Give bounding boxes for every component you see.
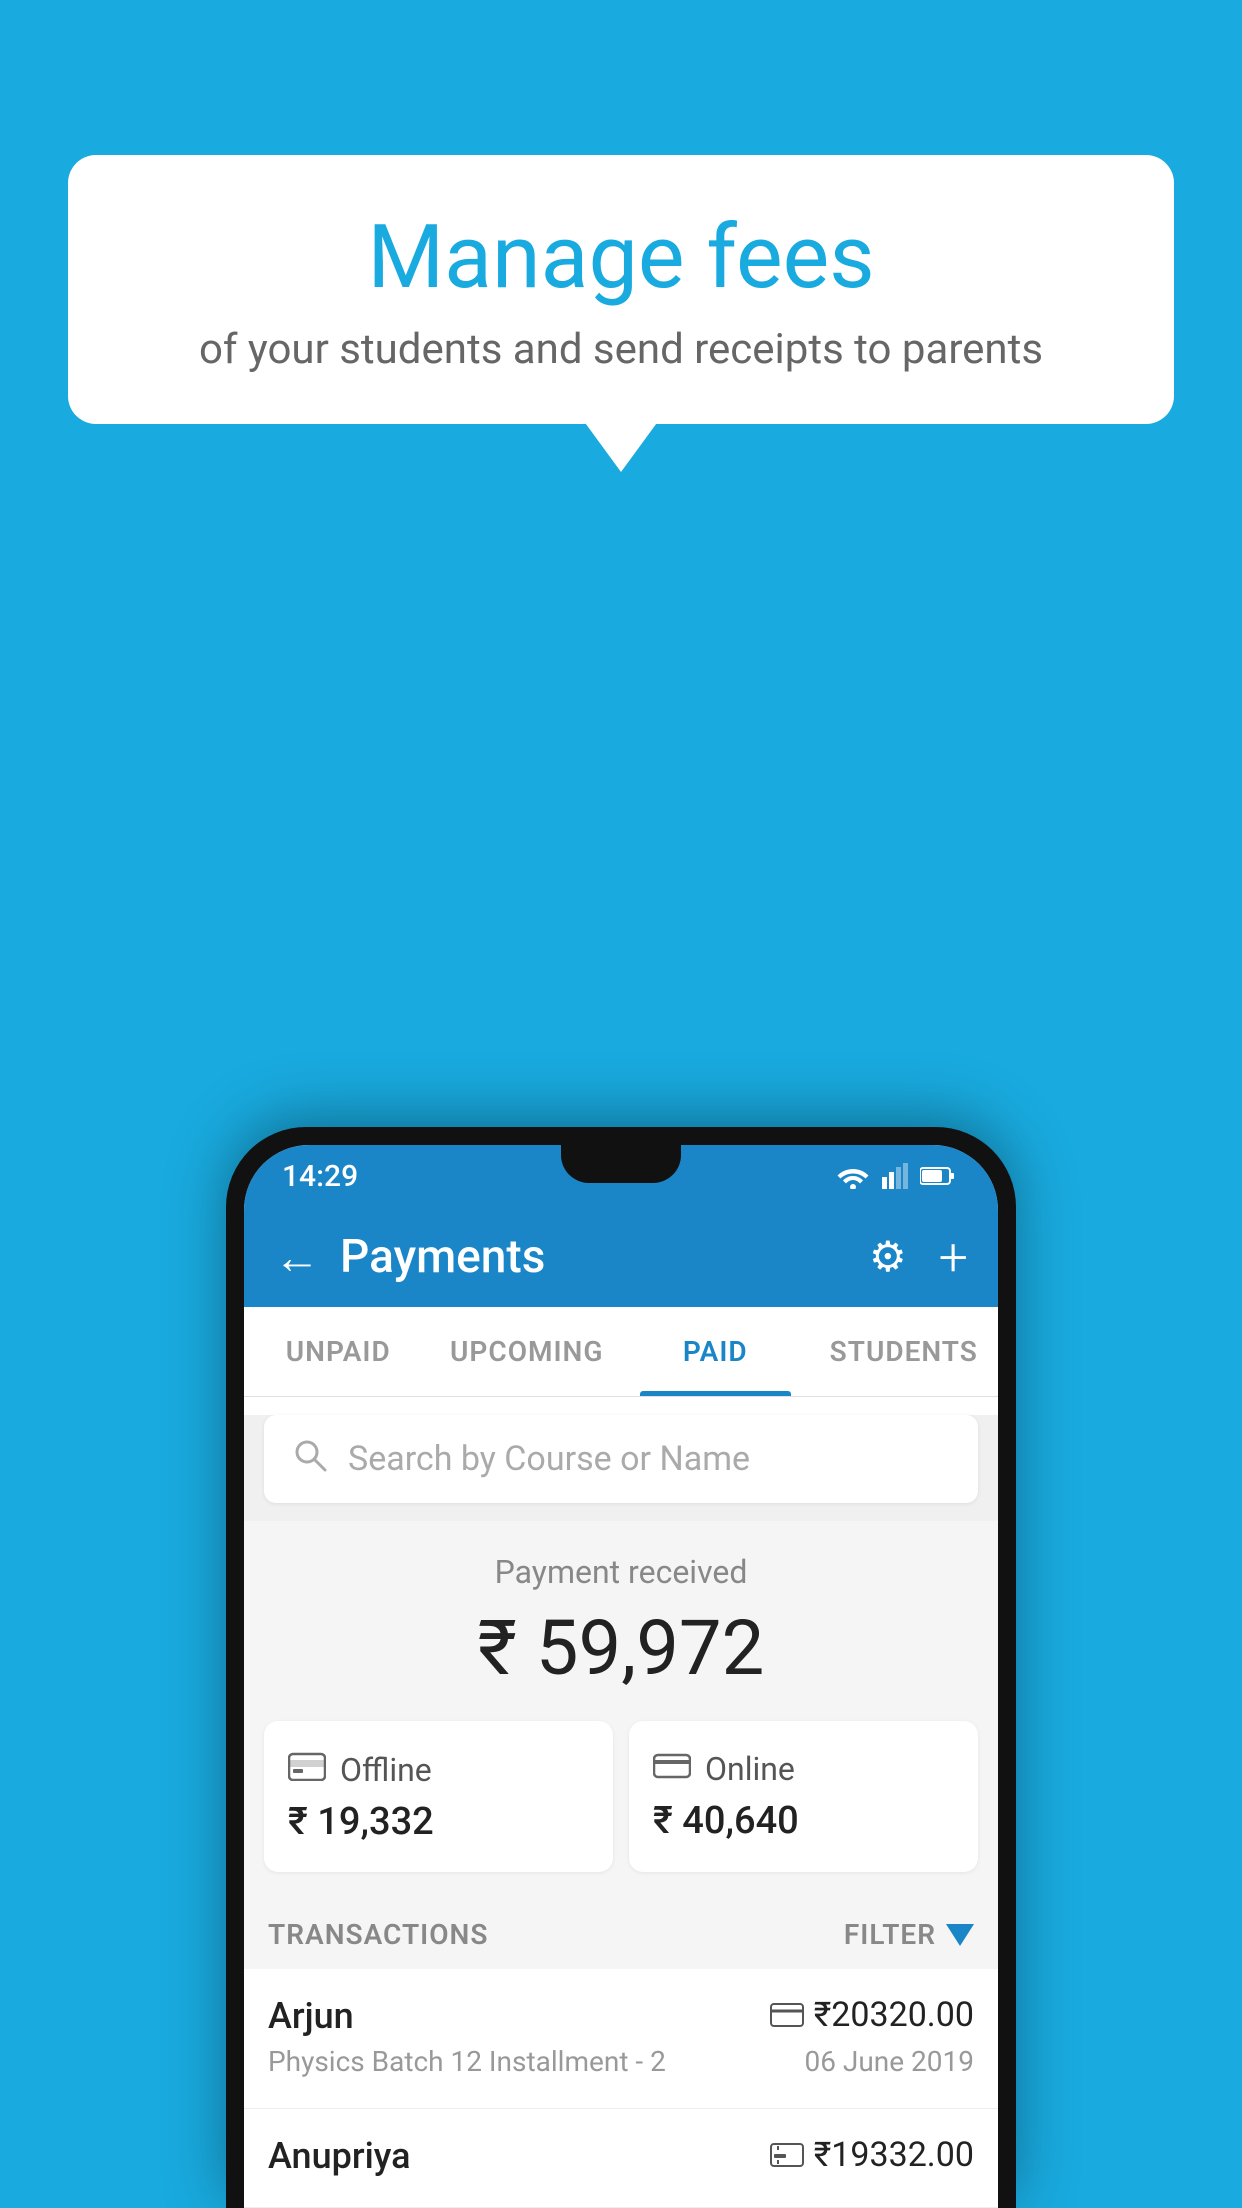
payment-cards-row: Offline ₹ 19,332 Online ₹ 4: [244, 1721, 998, 1896]
phone-frame: 14:29: [226, 1127, 1016, 2208]
offline-icon: [288, 1749, 326, 1790]
bubble-title: Manage fees: [128, 210, 1114, 307]
payment-received-label: Payment received: [264, 1553, 978, 1591]
phone-notch: [561, 1145, 681, 1183]
phone-inner: 14:29: [244, 1145, 998, 2208]
transaction-amount-row: ₹19332.00: [770, 2135, 974, 2175]
speech-bubble-section: Manage fees of your students and send re…: [68, 155, 1174, 424]
transactions-header: TRANSACTIONS FILTER: [244, 1896, 998, 1969]
transaction-name: Anupriya: [268, 2135, 411, 2177]
online-card: Online ₹ 40,640: [629, 1721, 978, 1872]
online-payment-icon: [770, 2002, 804, 2028]
offline-card-type: Offline: [340, 1751, 432, 1789]
transaction-row-top: Anupriya ₹19332.00: [268, 2135, 974, 2177]
transaction-amount: ₹19332.00: [814, 2135, 974, 2175]
transaction-row-bottom: Physics Batch 12 Installment - 2 06 June…: [268, 2045, 974, 2078]
offline-card-top: Offline: [288, 1749, 589, 1790]
payment-received-section: Payment received ₹ 59,972: [244, 1521, 998, 1721]
filter-button[interactable]: FILTER: [844, 1918, 974, 1951]
transaction-course: Physics Batch 12 Installment - 2: [268, 2045, 666, 2078]
tabs: UNPAID UPCOMING PAID STUDENTS: [244, 1307, 998, 1397]
filter-label: FILTER: [844, 1918, 936, 1951]
transactions-label: TRANSACTIONS: [268, 1918, 488, 1951]
content-area: Search by Course or Name Payment receive…: [244, 1415, 998, 2208]
transaction-amount-row: ₹20320.00: [770, 1995, 974, 2035]
offline-card: Offline ₹ 19,332: [264, 1721, 613, 1872]
tab-upcoming[interactable]: UPCOMING: [433, 1307, 622, 1396]
header-title: Payments: [340, 1230, 869, 1284]
filter-icon: [946, 1924, 974, 1946]
signal-icon: [882, 1163, 908, 1189]
online-card-type: Online: [705, 1750, 795, 1788]
offline-payment-icon: [770, 2142, 804, 2168]
tab-students[interactable]: STUDENTS: [810, 1307, 999, 1396]
payment-received-amount: ₹ 59,972: [264, 1603, 978, 1693]
transaction-date: 06 June 2019: [804, 2045, 974, 2078]
search-bar[interactable]: Search by Course or Name: [264, 1415, 978, 1503]
wifi-icon: [836, 1163, 870, 1189]
status-icons: [836, 1163, 956, 1189]
offline-card-amount: ₹ 19,332: [288, 1800, 589, 1844]
tab-paid[interactable]: PAID: [621, 1307, 810, 1396]
transaction-item-anupriya[interactable]: Anupriya ₹19332.00: [244, 2109, 998, 2208]
app-header: ← Payments ⚙ +: [244, 1207, 998, 1307]
search-icon: [292, 1437, 328, 1482]
search-input[interactable]: Search by Course or Name: [348, 1439, 750, 1479]
battery-icon: [920, 1166, 956, 1186]
speech-bubble: Manage fees of your students and send re…: [68, 155, 1174, 424]
back-button[interactable]: ←: [274, 1230, 320, 1285]
bubble-subtitle: of your students and send receipts to pa…: [128, 325, 1114, 374]
tab-unpaid[interactable]: UNPAID: [244, 1307, 433, 1396]
transaction-name: Arjun: [268, 1995, 354, 2037]
header-actions: ⚙ +: [869, 1227, 968, 1288]
online-card-top: Online: [653, 1749, 954, 1789]
transaction-amount: ₹20320.00: [814, 1995, 974, 2035]
online-card-amount: ₹ 40,640: [653, 1799, 954, 1843]
add-icon[interactable]: +: [939, 1227, 968, 1288]
status-time: 14:29: [282, 1159, 358, 1194]
settings-icon[interactable]: ⚙: [869, 1232, 907, 1282]
transaction-item-arjun[interactable]: Arjun ₹20320.00 Physics Batch 12 Install…: [244, 1969, 998, 2109]
online-icon: [653, 1749, 691, 1789]
transaction-row-top: Arjun ₹20320.00: [268, 1995, 974, 2037]
